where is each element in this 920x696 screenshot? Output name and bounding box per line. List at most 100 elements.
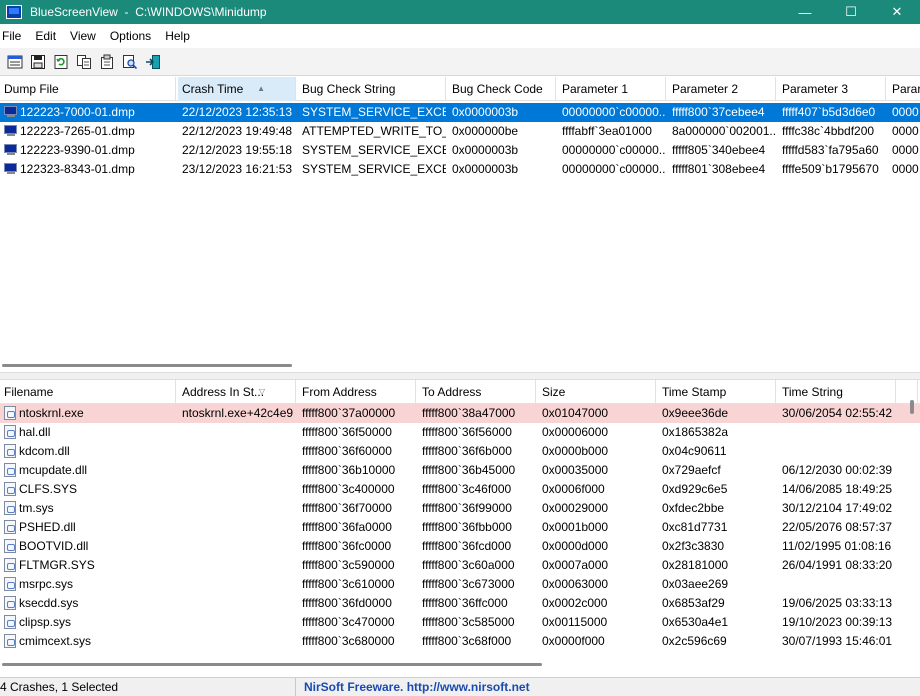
column-header-label: Filename: [4, 385, 54, 399]
cell-text: 0x00115000: [542, 615, 608, 629]
drivers-cell: fffff800`36b45000: [418, 461, 536, 480]
cell-text: 0x2c596c69: [662, 634, 727, 648]
close-button[interactable]: ✕: [874, 0, 920, 24]
cell-text: 23/12/2023 16:21:53: [182, 162, 293, 176]
driver-row[interactable]: FLTMGR.SYS fffff800`3c590000 fffff800`3c60…: [0, 556, 920, 575]
menu-edit[interactable]: Edit: [33, 29, 64, 43]
column-header[interactable]: Bug Check Code: [448, 77, 556, 101]
drivers-cell: 0x0000d000: [538, 537, 656, 556]
column-header-label: Dump File: [4, 82, 59, 96]
crashes-cell: 122223-7265-01.dmp: [0, 122, 176, 141]
menu-file[interactable]: File: [0, 29, 29, 43]
drivers-cell: fffff800`36fd0000: [298, 594, 416, 613]
find-button[interactable]: [119, 51, 141, 73]
exit-button[interactable]: [142, 51, 164, 73]
column-header[interactable]: Size: [538, 380, 656, 404]
cell-text: 0x03aee269: [662, 577, 729, 591]
column-header[interactable]: Parar: [888, 77, 920, 101]
crash-row[interactable]: 122323-8343-01.dmp 23/12/2023 16:21:53 SYS…: [0, 160, 920, 179]
drivers-cell: 0xc81d7731: [658, 518, 776, 537]
cell-text: clipsp.sys: [19, 615, 72, 629]
save-button[interactable]: [27, 51, 49, 73]
refresh-icon: [54, 54, 68, 69]
column-header[interactable]: To Address: [418, 380, 536, 404]
crash-row[interactable]: 122223-7000-01.dmp 22/12/2023 12:35:13 SYS…: [0, 103, 920, 122]
driver-row[interactable]: mcupdate.dll fffff800`36b10000 fffff800`36…: [0, 461, 920, 480]
drivers-cell: cmimcext.sys: [0, 632, 176, 651]
driver-row[interactable]: PSHED.dll fffff800`36fa0000 fffff800`36fbb…: [0, 518, 920, 537]
column-header[interactable]: Time String: [778, 380, 896, 404]
cell-text: fffff800`37a00000: [302, 406, 396, 420]
crashes-cell: fffff407`b5d3d6e0: [778, 103, 886, 122]
crashes-cell: ffffc38c`4bbdf200: [778, 122, 886, 141]
drivers-cell: [178, 632, 296, 651]
crashes-cell: 23/12/2023 16:21:53: [178, 160, 296, 179]
driver-list-scrollbar[interactable]: [2, 663, 542, 666]
drivers-cell: 0x729aefcf: [658, 461, 776, 480]
column-header[interactable]: Parameter 3: [778, 77, 886, 101]
drivers-cell: [778, 442, 896, 461]
driver-row[interactable]: hal.dll fffff800`36f50000 fffff800`36f5600…: [0, 423, 920, 442]
column-header[interactable]: Filename: [0, 380, 176, 404]
drivers-cell: 0x2f3c3830: [658, 537, 776, 556]
column-header[interactable]: From Address: [298, 380, 416, 404]
cell-text: fffff800`3c673000: [422, 577, 515, 591]
nirsoft-link[interactable]: NirSoft Freeware. http://www.nirsoft.net: [296, 680, 530, 694]
column-header-label: To Address: [422, 385, 482, 399]
status-bar: 4 Crashes, 1 Selected NirSoft Freeware. …: [0, 677, 920, 696]
cell-text: 0x1865382a: [662, 425, 729, 439]
drivers-cell: 11/02/1995 01:08:16: [778, 537, 896, 556]
cell-text: 26/04/1991 08:33:20: [782, 558, 893, 572]
refresh-button[interactable]: [50, 51, 72, 73]
column-header[interactable]: Dump File: [0, 77, 176, 101]
driver-row[interactable]: ntoskrnl.exe ntoskrnl.exe+42c4e9 fffff800`…: [0, 404, 920, 423]
pane-splitter[interactable]: [0, 372, 920, 380]
drivers-cell: [178, 575, 296, 594]
cell-text: 0x9eee36de: [662, 406, 729, 420]
maximize-button[interactable]: ☐: [828, 0, 874, 24]
driver-row[interactable]: tm.sys fffff800`36f70000 fffff800`36f99000…: [0, 499, 920, 518]
menu-options[interactable]: Options: [108, 29, 159, 43]
drivers-cell: fffff800`36fc0000: [298, 537, 416, 556]
cell-text: 11/02/1995 01:08:16: [782, 539, 892, 553]
drivers-cell: [778, 423, 896, 442]
cell-text: FLTMGR.SYS: [19, 558, 95, 572]
driver-row[interactable]: clipsp.sys fffff800`3c470000 fffff800`3c58…: [0, 613, 920, 632]
crash-row[interactable]: 122223-7265-01.dmp 22/12/2023 19:49:48 ATT…: [0, 122, 920, 141]
cell-text: fffff800`36f60000: [302, 444, 392, 458]
driver-file-icon: [4, 482, 16, 496]
driver-row[interactable]: CLFS.SYS fffff800`3c400000 fffff800`3c46f0…: [0, 480, 920, 499]
drivers-cell: 30/07/1993 15:46:01: [778, 632, 896, 651]
driver-list-vscrollbar[interactable]: [910, 400, 914, 414]
driver-row[interactable]: msrpc.sys fffff800`3c610000 fffff800`3c673…: [0, 575, 920, 594]
driver-row[interactable]: cmimcext.sys fffff800`3c680000 fffff800`3c…: [0, 632, 920, 651]
properties-button[interactable]: [96, 51, 118, 73]
drivers-cell: [778, 575, 896, 594]
driver-row[interactable]: ksecdd.sys fffff800`36fd0000 fffff800`36ff…: [0, 594, 920, 613]
column-header[interactable]: Address In St... ▽: [178, 380, 296, 404]
drivers-cell: 0x0006f000: [538, 480, 656, 499]
column-header[interactable]: Bug Check String: [298, 77, 446, 101]
crashes-cell: 122223-9390-01.dmp: [0, 141, 176, 160]
driver-row[interactable]: BOOTVID.dll fffff800`36fc0000 fffff800`36f…: [0, 537, 920, 556]
column-header[interactable]: Crash Time ▲: [178, 77, 296, 101]
copy-button[interactable]: [73, 51, 95, 73]
drivers-cell: 0xfdec2bbe: [658, 499, 776, 518]
drivers-cell: [178, 499, 296, 518]
html-report-button[interactable]: [4, 51, 26, 73]
column-header[interactable]: Parameter 2: [668, 77, 776, 101]
column-header-label: Parameter 2: [672, 82, 739, 96]
driver-row[interactable]: kdcom.dll fffff800`36f60000 fffff800`36f6b…: [0, 442, 920, 461]
cell-text: fffff800`3c400000: [302, 482, 395, 496]
menu-view[interactable]: View: [68, 29, 104, 43]
minimize-button[interactable]: —: [782, 0, 828, 24]
drivers-cell: fffff800`3c60a000: [418, 556, 536, 575]
column-header[interactable]: Parameter 1: [558, 77, 666, 101]
column-header[interactable]: [898, 380, 918, 404]
crash-row[interactable]: 122223-9390-01.dmp 22/12/2023 19:55:18 SYS…: [0, 141, 920, 160]
crash-list-scrollbar[interactable]: [2, 364, 292, 367]
cell-text: fffff800`3c68f000: [422, 634, 512, 648]
cell-text: tm.sys: [19, 501, 54, 515]
menu-help[interactable]: Help: [163, 29, 198, 43]
column-header[interactable]: Time Stamp: [658, 380, 776, 404]
